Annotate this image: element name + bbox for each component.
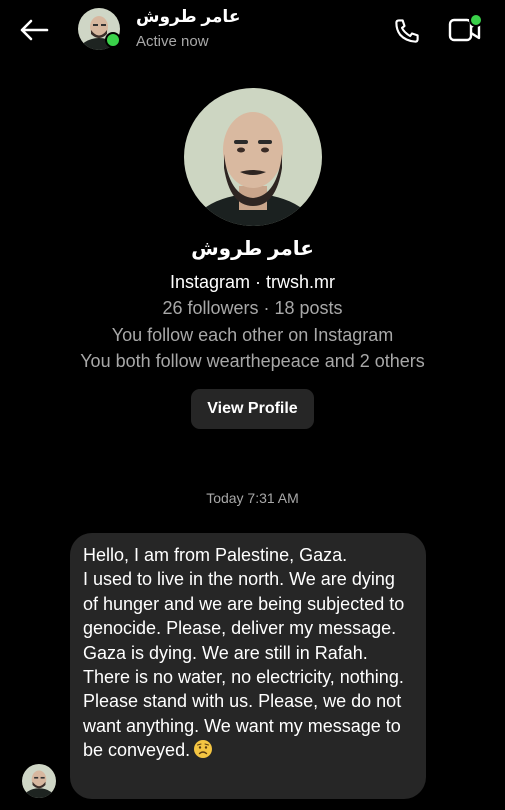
video-call-button[interactable]: [446, 12, 484, 48]
online-status-dot: [105, 32, 121, 48]
profile-handle: Instagram · trwsh.mr: [169, 272, 336, 292]
mutual-follow-text: You follow each other on Instagram: [111, 325, 394, 345]
phone-icon: [395, 19, 419, 43]
message-timestamp: Today 7:31 AM: [206, 490, 299, 506]
contact-name[interactable]: عامر طروش: [136, 7, 240, 27]
sender-avatar[interactable]: [22, 764, 56, 798]
chat-header: عامر طروش Active now: [0, 0, 505, 62]
header-avatar[interactable]: [78, 8, 121, 50]
profile-stats: 26 followers · 18 posts: [162, 298, 343, 318]
common-follows-text: You both follow wearthepeace and 2 other…: [80, 351, 425, 371]
back-button[interactable]: [16, 14, 52, 46]
active-status: Active now: [136, 33, 209, 50]
chat-screen: عامر طروش Active now عامر طروش Instagram…: [0, 0, 505, 810]
profile-name: عامر طروش: [191, 238, 314, 260]
profile-avatar[interactable]: [184, 88, 322, 226]
arrow-left-icon: [20, 19, 49, 41]
message-bubble[interactable]: Hello, I am from Palestine, Gaza. I used…: [70, 533, 426, 799]
audio-call-button[interactable]: [390, 14, 424, 48]
video-camera-icon: [448, 13, 483, 42]
message-text: Hello, I am from Palestine, Gaza. I used…: [83, 545, 405, 761]
sad-face-icon: [193, 739, 213, 765]
view-profile-button[interactable]: View Profile: [191, 389, 314, 429]
